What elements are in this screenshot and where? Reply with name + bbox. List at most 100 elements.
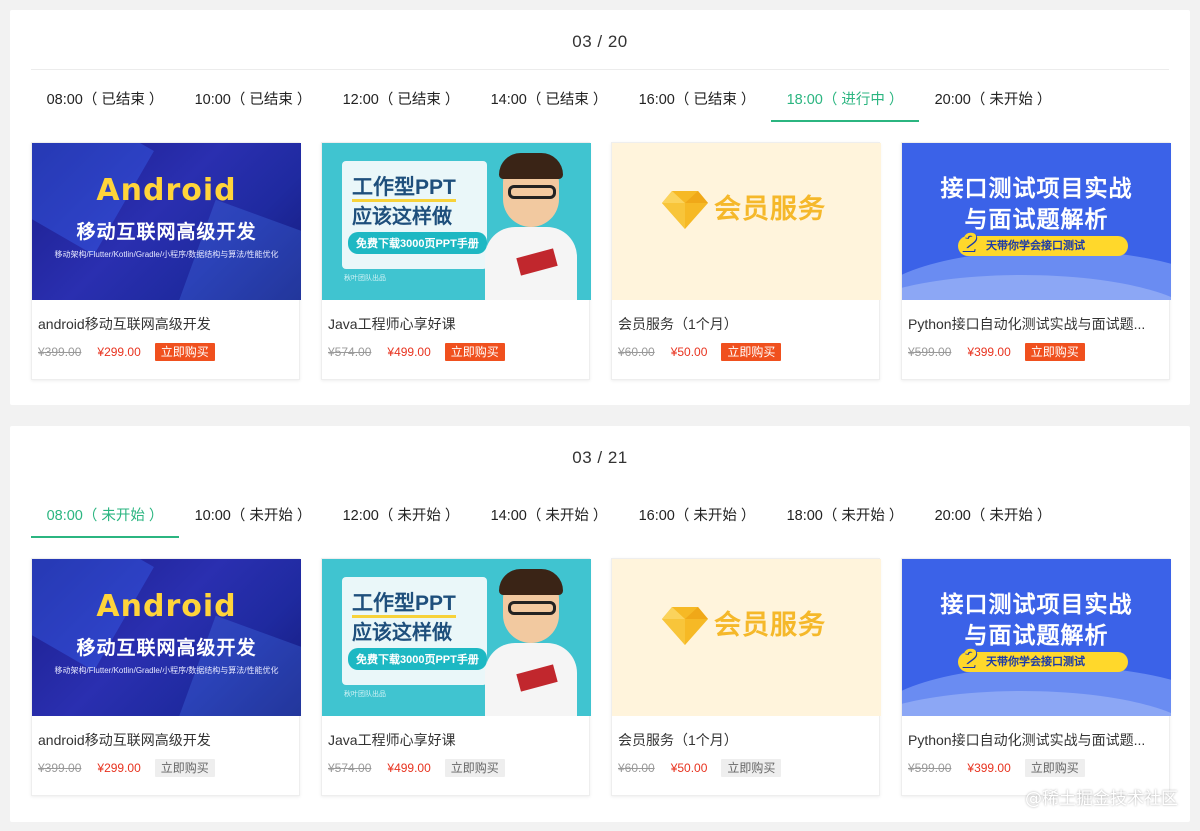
banner-pill: 免费下载3000页PPT手册 (348, 232, 487, 254)
product-list: Android 移动互联网高级开发 移动架构/Flutter/Kotlin/Gr… (31, 142, 1171, 380)
api-test-banner: 接口测试项目实战 与面试题解析 天带你学会接口测试 2 (902, 143, 1171, 300)
banner-title: 工作型PPT (352, 171, 456, 202)
product-card-python[interactable]: 接口测试项目实战 与面试题解析 天带你学会接口测试 2 Python接口自动化测… (901, 142, 1171, 380)
banner-number: 2 (962, 643, 977, 673)
banner-title: Android (96, 173, 237, 208)
session-date: 03 / 21 (572, 448, 628, 467)
original-price: ¥599.00 (908, 345, 952, 359)
tab-1400[interactable]: 14:00（ 未开始 ） (475, 492, 623, 538)
product-title[interactable]: 会员服务（1个月） (618, 314, 875, 334)
banner-subtitle: 应该这样做 (352, 622, 452, 644)
diamond-icon (662, 191, 708, 229)
banner-pill: 天带你学会接口测试 (958, 652, 1128, 672)
price-row: ¥599.00 ¥399.00 立即购买 (908, 759, 1085, 777)
product-title[interactable]: 会员服务（1个月） (618, 730, 875, 750)
buy-now-button[interactable]: 立即购买 (1024, 343, 1085, 361)
original-price: ¥574.00 (328, 345, 372, 359)
sale-price: ¥399.00 (967, 761, 1011, 775)
ppt-course-banner: 工作型PPT 应该这样做 免费下载3000页PPT手册 秋叶团队出品 (322, 559, 591, 716)
product-card-python[interactable]: 接口测试项目实战 与面试题解析 天带你学会接口测试 2 Python接口自动化测… (901, 558, 1171, 796)
banner-title: Android (96, 589, 237, 624)
banner-subtitle: 与面试题解析 (964, 622, 1109, 648)
product-card-member[interactable]: 会员服务 会员服务（1个月） ¥60.00 ¥50.00 立即购买 (611, 142, 881, 380)
tab-1800[interactable]: 18:00（ 未开始 ） (771, 492, 919, 538)
product-title[interactable]: Python接口自动化测试实战与面试题... (908, 730, 1165, 750)
price-row: ¥574.00 ¥499.00 立即购买 (328, 343, 505, 361)
member-service-banner: 会员服务 (612, 559, 881, 716)
product-card-java[interactable]: 工作型PPT 应该这样做 免费下载3000页PPT手册 秋叶团队出品 Java工… (321, 142, 591, 380)
buy-now-button[interactable]: 立即购买 (154, 343, 215, 361)
original-price: ¥60.00 (618, 345, 655, 359)
price-row: ¥399.00 ¥299.00 立即购买 (38, 343, 215, 361)
product-card-member[interactable]: 会员服务 会员服务（1个月） ¥60.00 ¥50.00 立即购买 (611, 558, 881, 796)
banner-subtitle: 移动互联网高级开发 (76, 638, 257, 659)
session-panel-0321: 03 / 21 08:00（ 未开始 ） 10:00（ 未开始 ） 12:00（… (10, 426, 1190, 822)
buy-now-button[interactable]: 立即购买 (444, 343, 505, 361)
sale-price: ¥399.00 (967, 345, 1011, 359)
sale-price: ¥50.00 (670, 761, 708, 775)
android-course-banner: Android 移动互联网高级开发 移动架构/Flutter/Kotlin/Gr… (32, 143, 301, 300)
banner-subtitle: 与面试题解析 (964, 206, 1109, 232)
product-title[interactable]: Java工程师心享好课 (328, 314, 585, 334)
android-course-banner: Android 移动互联网高级开发 移动架构/Flutter/Kotlin/Gr… (32, 559, 301, 716)
tab-1000[interactable]: 10:00（ 已结束 ） (179, 76, 327, 122)
product-card-android[interactable]: Android 移动互联网高级开发 移动架构/Flutter/Kotlin/Gr… (31, 558, 301, 796)
tab-1600[interactable]: 16:00（ 已结束 ） (623, 76, 771, 122)
banner-subtitle: 移动互联网高级开发 (76, 222, 257, 243)
tab-1200[interactable]: 12:00（ 已结束 ） (327, 76, 475, 122)
tab-0800[interactable]: 08:00（ 未开始 ） (31, 492, 179, 538)
product-title[interactable]: Python接口自动化测试实战与面试题... (908, 314, 1165, 334)
tab-1200[interactable]: 12:00（ 未开始 ） (327, 492, 475, 538)
tab-1000[interactable]: 10:00（ 未开始 ） (179, 492, 327, 538)
product-card-java[interactable]: 工作型PPT 应该这样做 免费下载3000页PPT手册 秋叶团队出品 Java工… (321, 558, 591, 796)
watermark: @稀土掘金技术社区 (1025, 789, 1178, 809)
sale-price: ¥499.00 (387, 761, 431, 775)
original-price: ¥60.00 (618, 761, 655, 775)
sale-price: ¥299.00 (97, 345, 141, 359)
banner-pill: 免费下载3000页PPT手册 (348, 648, 487, 670)
diamond-icon (662, 607, 708, 645)
banner-title: 接口测试项目实战 (940, 175, 1133, 201)
buy-now-button[interactable]: 立即购买 (721, 343, 782, 361)
product-card-android[interactable]: Android 移动互联网高级开发 移动架构/Flutter/Kotlin/Gr… (31, 142, 301, 380)
sale-price: ¥299.00 (97, 761, 141, 775)
member-service-banner: 会员服务 (612, 143, 881, 300)
buy-now-button[interactable]: 立即购买 (1024, 759, 1085, 777)
tab-1800[interactable]: 18:00（ 进行中 ） (771, 76, 919, 122)
character-hair (499, 569, 563, 595)
original-price: ¥399.00 (38, 761, 82, 775)
time-tabs: 08:00（ 未开始 ） 10:00（ 未开始 ） 12:00（ 未开始 ） 1… (31, 492, 1067, 538)
buy-now-button[interactable]: 立即购买 (721, 759, 782, 777)
buy-now-button[interactable]: 立即购买 (444, 759, 505, 777)
product-title[interactable]: android移动互联网高级开发 (38, 730, 295, 750)
banner-footer: 秋叶团队出品 (344, 691, 386, 698)
tab-1600[interactable]: 16:00（ 未开始 ） (623, 492, 771, 538)
character-glasses (508, 185, 556, 199)
banner-subtitle: 应该这样做 (352, 206, 452, 228)
banner-pill: 天带你学会接口测试 (958, 236, 1128, 256)
product-title[interactable]: Java工程师心享好课 (328, 730, 585, 750)
banner-tags: 移动架构/Flutter/Kotlin/Gradle/小程序/数据结构与算法/性… (54, 250, 279, 259)
banner-title-text: 工作型PPT (352, 176, 456, 202)
api-test-banner: 接口测试项目实战 与面试题解析 天带你学会接口测试 2 (902, 559, 1171, 716)
sale-price: ¥499.00 (387, 345, 431, 359)
banner-title: 工作型PPT (352, 587, 456, 618)
character-glasses (508, 601, 556, 615)
tab-2000[interactable]: 20:00（ 未开始 ） (919, 76, 1067, 122)
tab-1400[interactable]: 14:00（ 已结束 ） (475, 76, 623, 122)
banner-tags: 移动架构/Flutter/Kotlin/Gradle/小程序/数据结构与算法/性… (54, 666, 279, 675)
buy-now-button[interactable]: 立即购买 (154, 759, 215, 777)
tab-0800[interactable]: 08:00（ 已结束 ） (31, 76, 179, 122)
product-title[interactable]: android移动互联网高级开发 (38, 314, 295, 334)
price-row: ¥574.00 ¥499.00 立即购买 (328, 759, 505, 777)
original-price: ¥399.00 (38, 345, 82, 359)
tab-2000[interactable]: 20:00（ 未开始 ） (919, 492, 1067, 538)
original-price: ¥599.00 (908, 761, 952, 775)
character-hair (499, 153, 563, 179)
banner-title-text: 工作型PPT (352, 592, 456, 618)
banner-footer: 秋叶团队出品 (344, 275, 386, 282)
session-panel-0320: 03 / 20 08:00（ 已结束 ） 10:00（ 已结束 ） 12:00（… (10, 10, 1190, 405)
divider (31, 69, 1169, 70)
time-tabs: 08:00（ 已结束 ） 10:00（ 已结束 ） 12:00（ 已结束 ） 1… (31, 76, 1067, 122)
price-row: ¥60.00 ¥50.00 立即购买 (618, 759, 782, 777)
